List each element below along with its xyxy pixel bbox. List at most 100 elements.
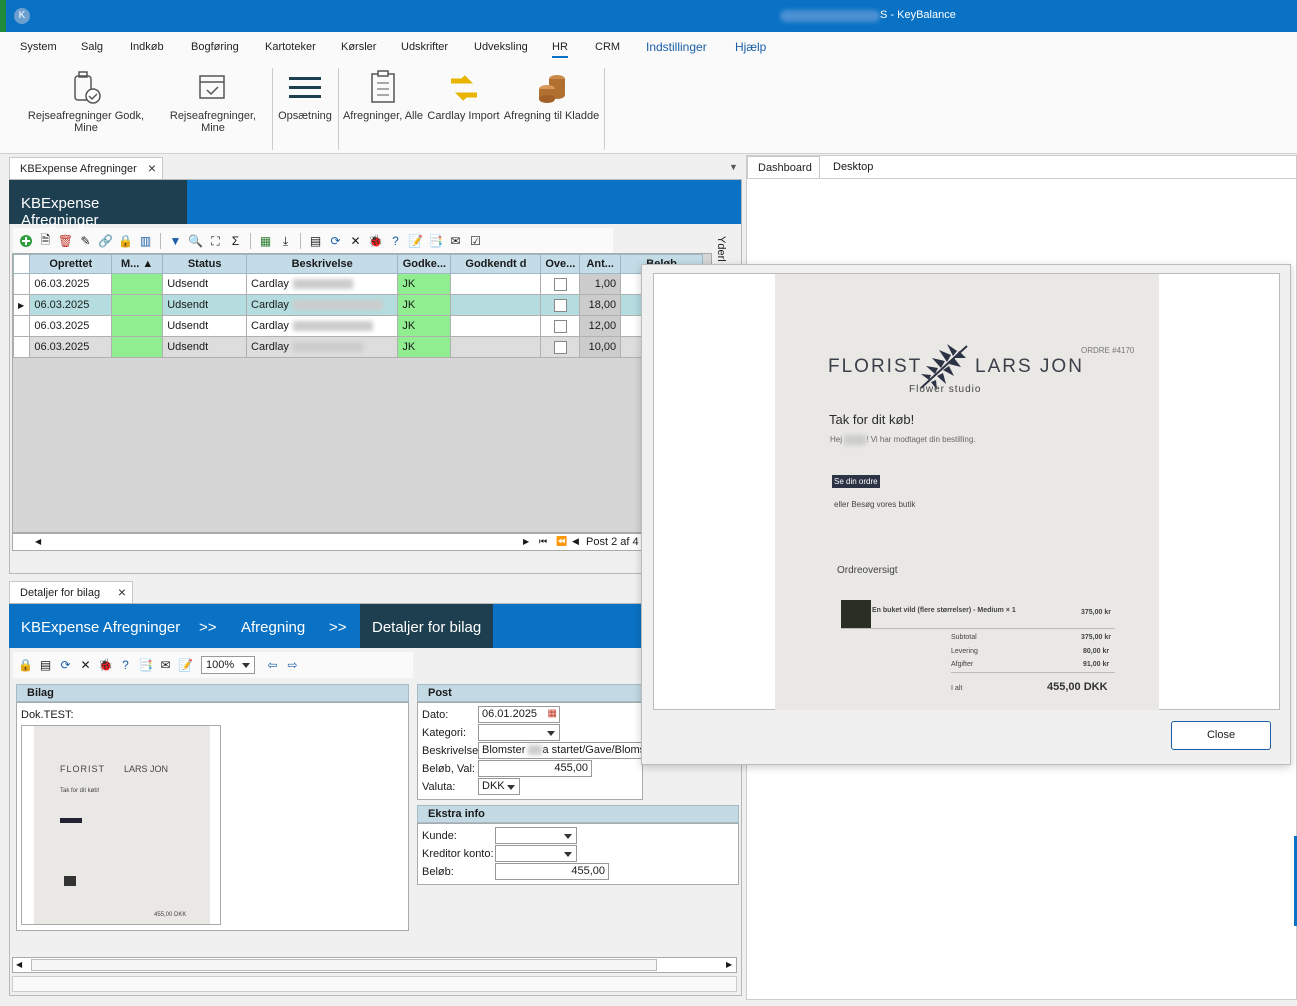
col-m[interactable]: M... ▲	[111, 254, 164, 274]
tools-icon[interactable]: ✕	[347, 233, 364, 250]
stamp-icon[interactable]: 📑	[137, 657, 154, 674]
grid-icon[interactable]: ▤	[307, 233, 324, 250]
bug-icon[interactable]: 🐞	[367, 233, 384, 250]
ribbon-cardlay-import-button[interactable]: Cardlay Import	[427, 62, 500, 152]
checkbox[interactable]	[553, 319, 567, 333]
report-icon[interactable]: 📝	[177, 657, 194, 674]
table-row[interactable]: 06.03.2025 Udsendt Cardlay JK 1,00	[13, 273, 703, 295]
menu-indkob[interactable]: Indkøb	[130, 41, 164, 53]
valuta-select[interactable]: DKK	[478, 778, 520, 795]
edit-icon[interactable]: ✎	[77, 233, 94, 250]
help-icon[interactable]: ?	[387, 233, 404, 250]
checkbox-icon[interactable]: ☑	[467, 233, 484, 250]
close-icon[interactable]: ×	[118, 584, 126, 600]
menu-hr[interactable]: HR	[552, 41, 568, 58]
checkbox[interactable]	[553, 298, 567, 312]
receipt-thumbnail[interactable]: FLORIST LARS JON Tak for dit køb! 455,00…	[21, 725, 221, 925]
table-row[interactable]: 06.03.2025 Udsendt Cardlay JK 12,00	[13, 315, 703, 337]
tab-kbexpense[interactable]: KBExpense Afregninger ×	[9, 157, 163, 179]
zoom-select[interactable]: 100%	[201, 656, 255, 674]
export-icon[interactable]: ⤓	[277, 233, 294, 250]
new-doc-icon[interactable]: 🗎	[37, 233, 54, 250]
checkbox[interactable]	[553, 277, 567, 291]
ribbon-opsaetning-button[interactable]: Opsætning	[276, 62, 334, 152]
col-status[interactable]: Status	[162, 254, 248, 274]
menu-crm[interactable]: CRM	[595, 41, 620, 53]
search-icon[interactable]: 🔍	[187, 233, 204, 250]
arrow-left-icon[interactable]: ⇦	[264, 657, 281, 674]
menu-hjaelp[interactable]: Hjælp	[735, 40, 766, 54]
lock-icon[interactable]: 🔒	[17, 657, 34, 674]
scroll-left-icon[interactable]: ◀	[35, 537, 41, 546]
link-icon[interactable]: 🔗	[97, 233, 114, 250]
close-button[interactable]: Close	[1171, 721, 1271, 750]
details-scrollbar[interactable]: ◀ ▶	[12, 957, 737, 973]
belob-field[interactable]: 455,00	[478, 760, 592, 777]
kreditor-select[interactable]	[495, 845, 577, 862]
bug-icon[interactable]: 🐞	[97, 657, 114, 674]
kunde-select[interactable]	[495, 827, 577, 844]
scroll-right-icon[interactable]: ▶	[523, 537, 529, 546]
table-row[interactable]: ▶ 06.03.2025 Udsendt Cardlay JK 18,00	[13, 294, 703, 316]
sum-icon[interactable]: Σ	[227, 233, 244, 250]
col-oprettet[interactable]: Oprettet	[29, 254, 113, 274]
refresh-icon[interactable]: ⟳	[327, 233, 344, 250]
col-overfort[interactable]: Ove...	[540, 254, 581, 274]
arrow-right-icon[interactable]: ⇨	[284, 657, 301, 674]
menu-udveksling[interactable]: Udveksling	[474, 41, 528, 53]
chevron-down-icon[interactable]: ▼	[729, 162, 738, 172]
ribbon-rejse-mine-button[interactable]: Rejseafregninger, Mine	[158, 62, 268, 152]
menu-system[interactable]: System	[20, 41, 57, 53]
zoom-fit-icon[interactable]: ⛶	[207, 233, 224, 250]
scroll-right-icon[interactable]: ▶	[726, 960, 732, 969]
prev-page-icon[interactable]: ⏪	[556, 536, 567, 547]
grid-icon[interactable]: ▤	[37, 657, 54, 674]
close-icon[interactable]: ×	[148, 160, 156, 176]
excel-icon[interactable]: ▦	[257, 233, 274, 250]
stamp-icon[interactable]: 📑	[427, 233, 444, 250]
col-antal[interactable]: Ant...	[579, 254, 622, 274]
columns-icon[interactable]: ▥	[137, 233, 154, 250]
checkbox[interactable]	[553, 340, 567, 354]
menu-kartoteker[interactable]: Kartoteker	[265, 41, 316, 53]
col-godkendt[interactable]: Godke...	[397, 254, 452, 274]
add-icon[interactable]	[17, 233, 34, 250]
lock-icon[interactable]: 🔒	[117, 233, 134, 250]
extra-belob-field[interactable]: 455,00	[495, 863, 609, 880]
col-godkendt-dato[interactable]: Godkendt d	[450, 254, 542, 274]
calendar-icon[interactable]: ▦	[548, 708, 557, 719]
tab-dashboard[interactable]: Dashboard	[747, 156, 820, 179]
beskrivelse-field[interactable]: Blomster a startet/Gave/Bloms	[478, 742, 642, 759]
filter-icon[interactable]: ▼	[167, 233, 184, 250]
kategori-select[interactable]	[478, 724, 560, 741]
ribbon-afregning-kladde-button[interactable]: Afregning til Kladde	[503, 62, 600, 152]
tools-icon[interactable]: ✕	[77, 657, 94, 674]
breadcrumb-kbexpense[interactable]: KBExpense Afregninger	[21, 619, 180, 636]
side-panel-label[interactable]: Yderl	[715, 236, 727, 262]
breadcrumb-afregning[interactable]: Afregning	[241, 619, 305, 636]
prev-icon[interactable]: ◀	[572, 536, 579, 547]
table-row[interactable]: 06.03.2025 Udsendt Cardlay JK 10,00	[13, 336, 703, 358]
first-page-icon[interactable]: ⏮	[539, 536, 547, 547]
dato-field[interactable]: 06.01.2025 ▦	[478, 706, 560, 723]
menu-salg[interactable]: Salg	[81, 41, 103, 53]
mail-icon[interactable]: ✉	[447, 233, 464, 250]
grid-scrollbar[interactable]: ◀ ▶ ⏮ ⏪ ◀ Post 2 af 4	[12, 533, 712, 551]
ribbon-rejse-godk-button[interactable]: Rejseafregninger Godk, Mine	[18, 62, 154, 152]
report-icon[interactable]: 📝	[407, 233, 424, 250]
ribbon-afregninger-alle-button[interactable]: Afregninger, Alle	[342, 62, 424, 152]
menu-indstillinger[interactable]: Indstillinger	[646, 40, 707, 54]
menu-bogforing[interactable]: Bogføring	[191, 41, 239, 53]
delete-icon[interactable]: 🗑	[57, 233, 74, 250]
help-icon[interactable]: ?	[117, 657, 134, 674]
tab-detaljer[interactable]: Detaljer for bilag ×	[9, 581, 133, 603]
mail-icon[interactable]: ✉	[157, 657, 174, 674]
scroll-left-icon[interactable]: ◀	[16, 960, 22, 969]
col-beskrivelse[interactable]: Beskrivelse	[246, 254, 399, 274]
tab-desktop[interactable]: Desktop	[833, 161, 873, 173]
app-icon[interactable]: K	[14, 8, 30, 24]
refresh-icon[interactable]: ⟳	[57, 657, 74, 674]
menu-korsler[interactable]: Kørsler	[341, 41, 376, 53]
menu-udskrifter[interactable]: Udskrifter	[401, 41, 448, 53]
scroll-thumb[interactable]	[31, 959, 657, 971]
